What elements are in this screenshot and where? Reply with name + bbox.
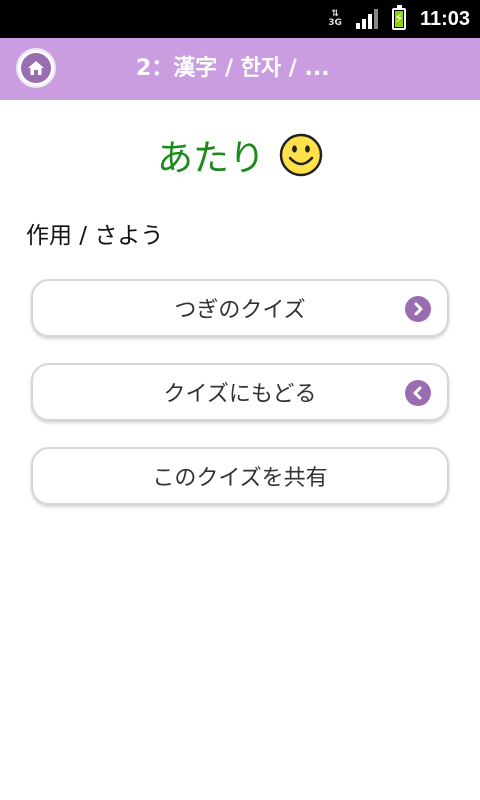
network-indicator: ⇅ 3G bbox=[328, 10, 342, 28]
back-to-quiz-button[interactable]: クイズにもどる bbox=[31, 363, 449, 421]
network-type: 3G bbox=[328, 18, 342, 28]
next-quiz-button[interactable]: つぎのクイズ bbox=[31, 279, 449, 337]
back-to-quiz-label: クイズにもどる bbox=[163, 382, 317, 407]
status-bar: ⇅ 3G ⚡ 11:03 bbox=[0, 0, 480, 38]
page-title: 2：漢字 / 한자 / ... bbox=[136, 56, 330, 81]
home-button[interactable] bbox=[16, 48, 56, 88]
share-quiz-label: このクイズを共有 bbox=[152, 466, 328, 491]
app-bar: 2：漢字 / 한자 / ... bbox=[0, 38, 480, 100]
home-icon bbox=[21, 53, 51, 83]
result-banner: あたり bbox=[0, 128, 480, 182]
signal-strength-icon bbox=[355, 9, 378, 29]
chevron-left-icon bbox=[405, 380, 431, 406]
result-label: あたり bbox=[156, 138, 265, 179]
smiley-face-icon bbox=[279, 133, 323, 177]
clock: 11:03 bbox=[419, 7, 470, 30]
share-quiz-button[interactable]: このクイズを共有 bbox=[31, 447, 449, 505]
chevron-right-icon bbox=[405, 296, 431, 322]
answer-text: 作用 / さよう bbox=[26, 223, 164, 249]
next-quiz-label: つぎのクイズ bbox=[174, 298, 306, 323]
battery-charging-icon: ⚡ bbox=[391, 5, 406, 30]
